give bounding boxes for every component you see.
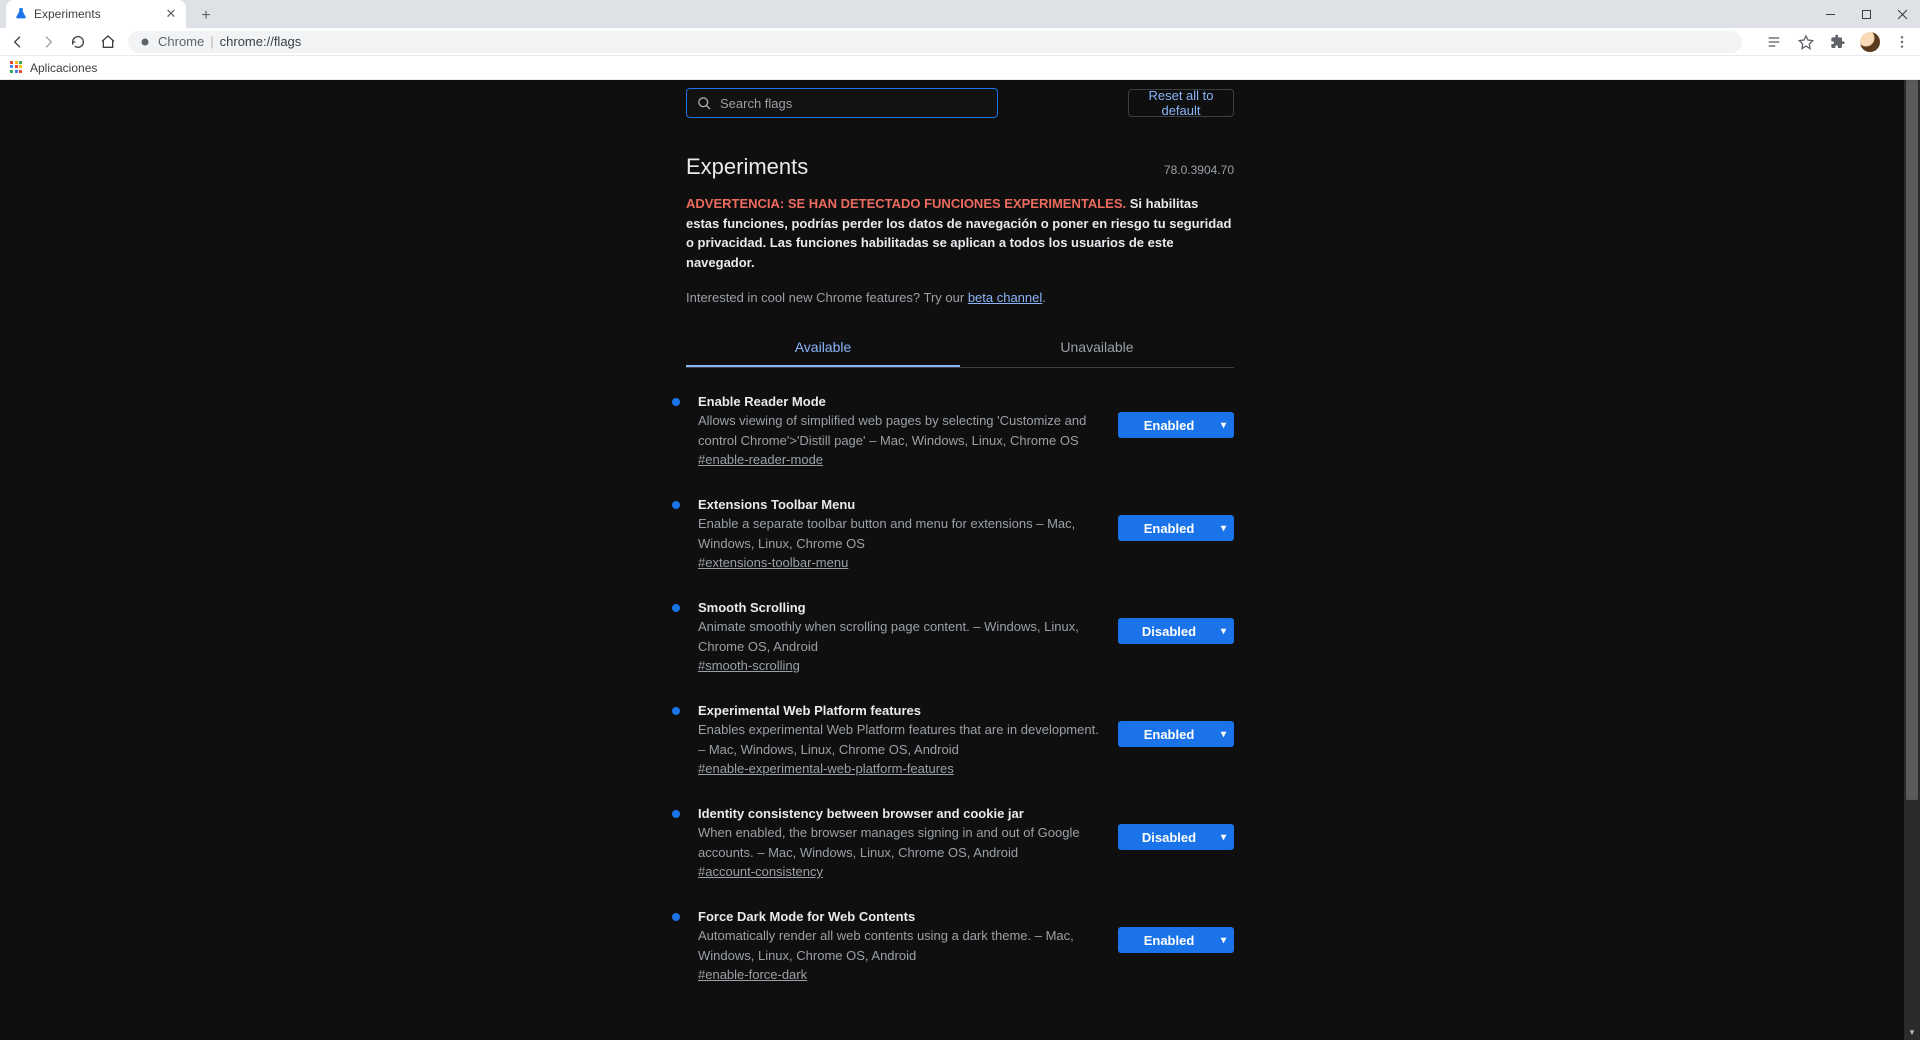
flag-description: Automatically render all web contents us… <box>698 926 1100 965</box>
flag-title: Force Dark Mode for Web Contents <box>698 909 1100 924</box>
flask-icon <box>14 7 28 21</box>
search-flags-box[interactable] <box>686 88 998 118</box>
flag-hash-link[interactable]: #account-consistency <box>698 864 823 879</box>
chrome-menu-icon[interactable] <box>1892 32 1912 52</box>
modified-dot-icon <box>672 707 680 715</box>
flag-description: When enabled, the browser manages signin… <box>698 823 1100 862</box>
modified-dot-icon <box>672 398 680 406</box>
flag-hash-link[interactable]: #smooth-scrolling <box>698 658 800 673</box>
tab-close-icon[interactable]: ✕ <box>164 7 178 21</box>
flags-page: Reset all to default Experiments 78.0.39… <box>686 80 1234 984</box>
flag-hash-link[interactable]: #enable-force-dark <box>698 967 807 982</box>
apps-icon[interactable] <box>10 61 24 75</box>
reload-button[interactable] <box>68 32 88 52</box>
flag-title: Enable Reader Mode <box>698 394 1100 409</box>
flag-state-select[interactable]: Disabled <box>1118 618 1234 644</box>
flag-description: Enable a separate toolbar button and men… <box>698 514 1100 553</box>
browser-tab[interactable]: Experiments ✕ <box>6 0 186 28</box>
modified-dot-icon <box>672 604 680 612</box>
flag-state-select[interactable]: Disabled <box>1118 824 1234 850</box>
omnibox-url: chrome://flags <box>220 34 302 49</box>
bookmarks-bar: Aplicaciones <box>0 56 1920 80</box>
window-controls <box>1812 0 1920 28</box>
back-button[interactable] <box>8 32 28 52</box>
modified-dot-icon <box>672 913 680 921</box>
warning-text: ADVERTENCIA: SE HAN DETECTADO FUNCIONES … <box>686 194 1234 272</box>
warning-red: ADVERTENCIA: SE HAN DETECTADO FUNCIONES … <box>686 196 1126 211</box>
flag-hash-link[interactable]: #enable-reader-mode <box>698 452 823 467</box>
scrollbar[interactable]: ▾ <box>1904 80 1920 1040</box>
scroll-down-icon[interactable]: ▾ <box>1904 1024 1920 1040</box>
beta-channel-link[interactable]: beta channel <box>968 290 1042 305</box>
extensions-icon[interactable] <box>1828 32 1848 52</box>
modified-dot-icon <box>672 810 680 818</box>
home-button[interactable] <box>98 32 118 52</box>
bookmark-star-icon[interactable] <box>1796 32 1816 52</box>
flag-description: Animate smoothly when scrolling page con… <box>698 617 1100 656</box>
address-bar[interactable]: Chrome | chrome://flags <box>128 31 1742 53</box>
site-info-icon <box>138 35 152 49</box>
flag-row: Smooth Scrolling Animate smoothly when sc… <box>686 600 1234 675</box>
flag-title: Identity consistency between browser and… <box>698 806 1100 821</box>
forward-button[interactable] <box>38 32 58 52</box>
flag-list: Enable Reader Mode Allows viewing of simp… <box>686 394 1234 984</box>
flag-row: Experimental Web Platform features Enable… <box>686 703 1234 778</box>
beta-prompt: Interested in cool new Chrome features? … <box>686 290 1234 305</box>
flag-hash-link[interactable]: #enable-experimental-web-platform-featur… <box>698 761 954 776</box>
profile-avatar[interactable] <box>1860 32 1880 52</box>
flag-title: Experimental Web Platform features <box>698 703 1100 718</box>
omnibox-divider: | <box>210 34 213 49</box>
flag-row: Force Dark Mode for Web Contents Automati… <box>686 909 1234 984</box>
tab-strip: Experiments ✕ + <box>0 0 1920 28</box>
maximize-button[interactable] <box>1848 0 1884 28</box>
close-window-button[interactable] <box>1884 0 1920 28</box>
flag-row: Identity consistency between browser and… <box>686 806 1234 881</box>
modified-dot-icon <box>672 501 680 509</box>
flag-hash-link[interactable]: #extensions-toolbar-menu <box>698 555 848 570</box>
new-tab-button[interactable]: + <box>194 4 218 28</box>
flag-row: Extensions Toolbar Menu Enable a separate… <box>686 497 1234 572</box>
page-viewport: ▾ Reset all to default Experiments 78.0.… <box>0 80 1920 1040</box>
tab-title: Experiments <box>34 7 101 21</box>
tabs: Available Unavailable <box>686 329 1234 368</box>
flag-title: Smooth Scrolling <box>698 600 1100 615</box>
flag-state-select[interactable]: Enabled <box>1118 721 1234 747</box>
toolbar: Chrome | chrome://flags <box>0 28 1920 56</box>
search-icon <box>697 96 712 111</box>
tab-unavailable[interactable]: Unavailable <box>960 329 1234 367</box>
flag-state-select[interactable]: Enabled <box>1118 412 1234 438</box>
flag-row: Enable Reader Mode Allows viewing of simp… <box>686 394 1234 469</box>
tab-available[interactable]: Available <box>686 329 960 367</box>
scrollbar-thumb[interactable] <box>1906 80 1918 800</box>
flag-state-select[interactable]: Enabled <box>1118 515 1234 541</box>
reading-list-icon[interactable] <box>1764 32 1784 52</box>
flag-description: Enables experimental Web Platform featur… <box>698 720 1100 759</box>
flag-description: Allows viewing of simplified web pages b… <box>698 411 1100 450</box>
flag-state-select[interactable]: Enabled <box>1118 927 1234 953</box>
chrome-version: 78.0.3904.70 <box>1164 163 1234 177</box>
beta-prefix: Interested in cool new Chrome features? … <box>686 290 968 305</box>
search-flags-input[interactable] <box>720 96 987 111</box>
reset-all-button[interactable]: Reset all to default <box>1128 89 1234 117</box>
minimize-button[interactable] <box>1812 0 1848 28</box>
page-title: Experiments <box>686 154 808 180</box>
apps-label[interactable]: Aplicaciones <box>30 61 97 75</box>
omnibox-label: Chrome <box>158 34 204 49</box>
flag-title: Extensions Toolbar Menu <box>698 497 1100 512</box>
